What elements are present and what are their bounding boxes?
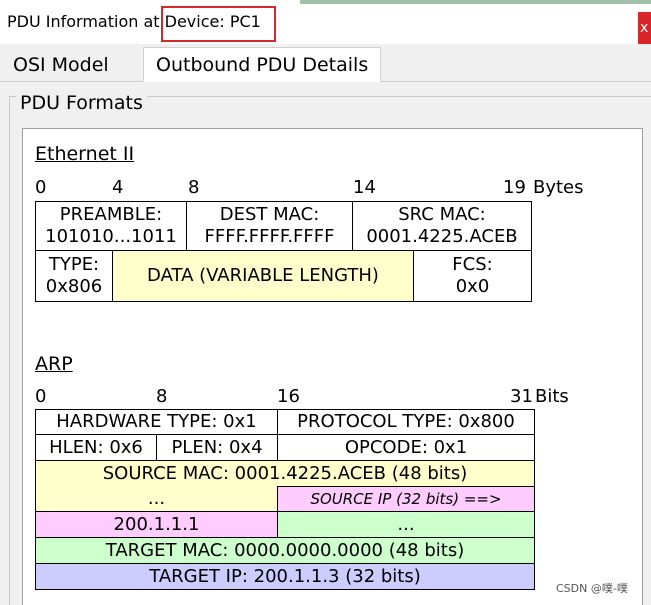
- ethernet-tick-14: 14: [353, 177, 376, 198]
- ethernet-fcs-field: FCS: 0x0: [413, 250, 532, 302]
- arp-source-mac-continuation: ...: [35, 486, 278, 512]
- ethernet-tick-0: 0: [35, 177, 47, 198]
- arp-opcode-field: OPCODE: 0x1: [277, 434, 535, 461]
- tab-outbound-pdu-details[interactable]: Outbound PDU Details: [143, 47, 382, 82]
- ethernet-unit: Bytes: [533, 177, 584, 198]
- device-highlight-box: [161, 6, 276, 42]
- arp-target-mac-start: ...: [277, 511, 535, 538]
- target-mac-text: TARGET MAC: 0000.0000.0000 (48 bits): [105, 539, 465, 561]
- arp-source-ip-marker: SOURCE IP (32 bits) ==>: [277, 486, 535, 512]
- arp-section-title: ARP: [35, 353, 73, 375]
- arp-tick-31: 31: [510, 386, 533, 407]
- dest-mac-value: FFFF.FFFF.FFFF: [204, 226, 335, 247]
- arp-tick-16: 16: [277, 386, 300, 407]
- tab-osi-model[interactable]: OSI Model: [0, 47, 122, 82]
- ethernet-data-field: DATA (VARIABLE LENGTH): [112, 250, 414, 302]
- ethernet-tick-4: 4: [112, 177, 124, 198]
- arp-source-ip-field: 200.1.1.1: [35, 511, 278, 538]
- watermark: CSDN @噗-噗: [556, 582, 628, 595]
- type-value: 0x806: [45, 276, 103, 297]
- source-ip-value: 200.1.1.1: [113, 513, 200, 535]
- arp-protocol-type-field: PROTOCOL TYPE: 0x800: [277, 409, 535, 435]
- preamble-label: PREAMBLE:: [59, 204, 163, 225]
- opcode-text: OPCODE: 0x1: [344, 436, 468, 458]
- data-label: DATA (VARIABLE LENGTH): [147, 265, 379, 286]
- target-mac-ellipsis: ...: [397, 514, 415, 535]
- fcs-value: 0x0: [455, 276, 490, 297]
- arp-target-mac-field: TARGET MAC: 0000.0000.0000 (48 bits): [35, 537, 535, 564]
- arp-hardware-type-field: HARDWARE TYPE: 0x1: [35, 409, 278, 435]
- ethernet-tick-19: 19: [503, 177, 526, 198]
- ethernet-section-title: Ethernet II: [35, 143, 135, 165]
- hardware-type-text: HARDWARE TYPE: 0x1: [56, 411, 257, 432]
- arp-tick-0: 0: [35, 386, 47, 407]
- pdu-formats-legend: PDU Formats: [16, 92, 147, 114]
- preamble-value: 101010...1011: [45, 226, 177, 247]
- target-ip-text: TARGET IP: 200.1.1.3 (32 bits): [149, 565, 421, 587]
- source-mac-ellipsis: ...: [147, 487, 166, 509]
- source-ip-label: SOURCE IP (32 bits) ==>: [310, 490, 502, 508]
- close-icon: x: [640, 20, 649, 36]
- protocol-type-text: PROTOCOL TYPE: 0x800: [297, 411, 515, 432]
- src-mac-value: 0001.4225.ACEB: [366, 226, 518, 247]
- ethernet-dest-mac-field: DEST MAC: FFFF.FFFF.FFFF: [186, 201, 353, 251]
- ethernet-tick-8: 8: [188, 177, 200, 198]
- arp-source-mac-field: SOURCE MAC: 0001.4225.ACEB (48 bits): [35, 460, 535, 487]
- pdu-formats-content[interactable]: Ethernet II 0 4 8 14 19 Bytes PREAMBLE: …: [22, 128, 643, 605]
- arp-unit: Bits: [535, 386, 569, 407]
- tab-bar: OSI Model Outbound PDU Details: [0, 45, 651, 82]
- fcs-label: FCS:: [452, 254, 493, 275]
- ethernet-src-mac-field: SRC MAC: 0001.4225.ACEB: [352, 201, 532, 251]
- ethernet-preamble-field: PREAMBLE: 101010...1011: [35, 201, 187, 251]
- dest-mac-label: DEST MAC:: [219, 204, 320, 225]
- src-mac-label: SRC MAC:: [398, 204, 486, 225]
- arp-hlen-field: HLEN: 0x6: [35, 434, 157, 461]
- hlen-text: HLEN: 0x6: [49, 436, 143, 458]
- type-label: TYPE:: [48, 254, 100, 275]
- window-title-prefix: PDU Information at: [7, 12, 165, 31]
- arp-target-ip-field: TARGET IP: 200.1.1.3 (32 bits): [35, 563, 535, 590]
- ethernet-type-field: TYPE: 0x806: [35, 250, 113, 302]
- source-mac-text: SOURCE MAC: 0001.4225.ACEB (48 bits): [102, 463, 468, 484]
- arp-plen-field: PLEN: 0x4: [156, 434, 278, 461]
- window-titlebar: PDU Information at Device: PC1 x: [0, 0, 651, 44]
- arp-tick-8: 8: [156, 386, 168, 407]
- tab-panel: PDU Formats Ethernet II 0 4 8 14 19 Byte…: [0, 82, 651, 605]
- plen-text: PLEN: 0x4: [171, 436, 263, 458]
- background-strip: [300, 0, 651, 4]
- close-button[interactable]: x: [638, 12, 651, 44]
